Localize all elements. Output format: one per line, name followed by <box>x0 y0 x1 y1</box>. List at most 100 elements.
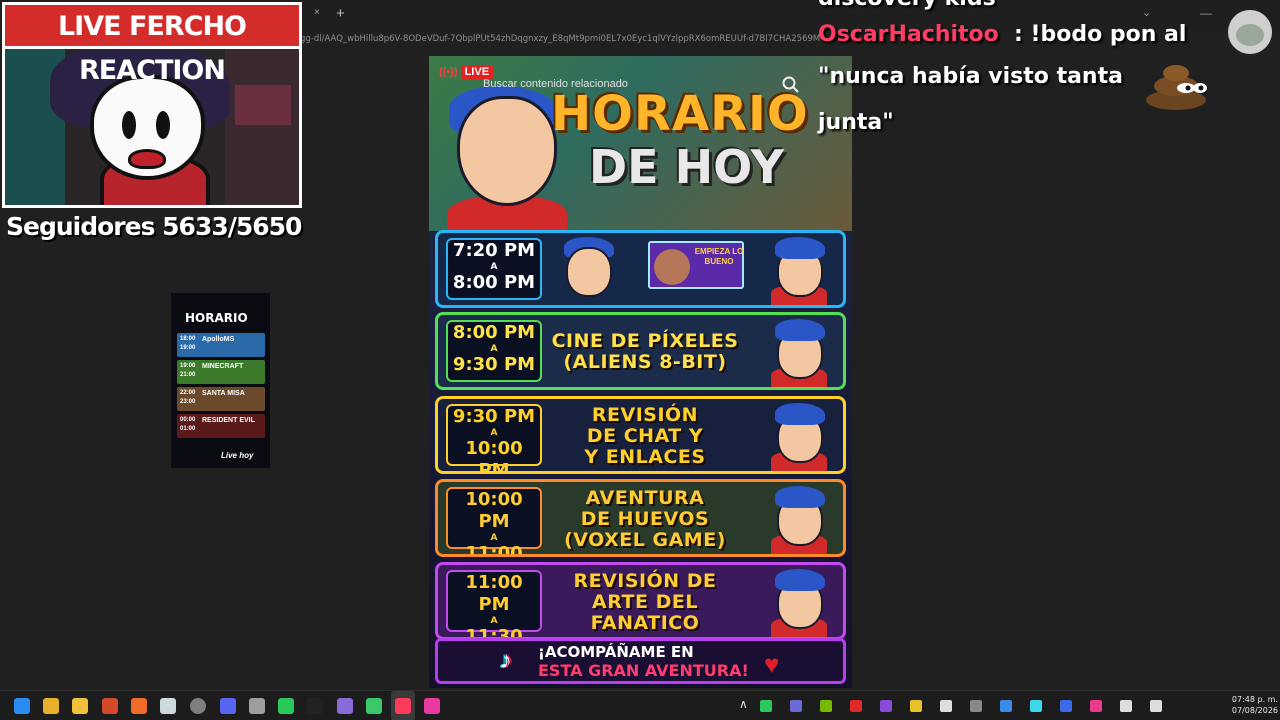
poster-title-line-2: DE HOY <box>589 140 784 194</box>
schedule-slot: 11:00 PMA11:30 PM REVISIÓN DE ARTE DEL FA… <box>435 562 846 640</box>
tray-cyan-icon[interactable] <box>1030 700 1042 712</box>
capcut-icon[interactable] <box>307 698 323 714</box>
character-hair <box>775 569 825 591</box>
slot-end-time: 8:00 PM <box>452 272 536 293</box>
opera-gx-icon[interactable] <box>395 698 411 714</box>
character-illustration <box>737 319 837 387</box>
tray-pink-icon[interactable] <box>1090 700 1102 712</box>
tray-white-icon[interactable] <box>940 700 952 712</box>
character-hair <box>775 403 825 425</box>
thumbnail-title: HORARIO <box>185 311 248 325</box>
slot-time-separator: A <box>490 428 498 438</box>
slot-time-box: 9:30 PM A 10:00 PM <box>446 404 542 471</box>
tab-close-icon[interactable]: × <box>314 7 320 18</box>
stream-screen: EMPIEZA LO BUENO <box>648 241 744 289</box>
webcam-title: LIVE FERCHO REACTION <box>5 5 299 86</box>
slot-time-box: 11:00 PMA11:30 PM <box>446 570 542 637</box>
chat-overlay: discovery kids OscarHachitoo : !bodo pon… <box>818 0 1218 150</box>
character-illustration <box>737 237 837 305</box>
vscode-like-icon[interactable] <box>160 698 176 714</box>
profile-avatar[interactable] <box>1228 10 1272 54</box>
new-tab-button[interactable]: + <box>336 5 345 22</box>
followers-counter: Seguidores 5633/5650 <box>6 212 302 241</box>
chat-message-line-1: : !bodo pon al <box>1014 22 1187 47</box>
tiktok-icon: ♪ <box>500 647 512 674</box>
schedule-slot: 9:30 PM A 10:00 PM REVISIÓN DE CHAT Y Y ENL… <box>435 396 846 474</box>
related-content-search[interactable]: Buscar contenido relacionado <box>483 78 803 98</box>
slot-time-separator: A <box>490 262 498 272</box>
tray-nvidia-icon[interactable] <box>820 700 832 712</box>
schedule-slot: 10:00 PMA11:00 PM AVENTURA DE HUEVOS (VOX… <box>435 479 846 557</box>
slot-start-time: 11:00 PM <box>465 572 523 615</box>
file-explorer-icon[interactable] <box>72 698 88 714</box>
game-app-icon[interactable] <box>366 698 382 714</box>
avatar-eye-left <box>122 111 136 139</box>
tray-wifi-icon[interactable] <box>1120 700 1132 712</box>
character-illustration <box>737 486 837 554</box>
slot-activity-label: REVISIÓN DE CHAT Y Y ENLACES <box>584 404 706 468</box>
cta-line-1: ¡ACOMPÁÑAME EN <box>538 643 694 661</box>
thumbnail-row-time: 22:00 23:00 <box>180 390 196 405</box>
slot-activity-label: REVISIÓN DE ARTE DEL FANATICO <box>573 570 717 634</box>
pink-app-icon[interactable] <box>424 698 440 714</box>
thumbnail-row: 00:00 01:00 RESIDENT EVIL <box>177 414 265 438</box>
schedule-slot: 7:20 PM A 8:00 PM EMPIEZA LO BUENO <box>435 230 846 308</box>
thumbnail-row-label: RESIDENT EVIL <box>202 417 255 424</box>
character-hair <box>775 486 825 508</box>
slot-time-box: 8:00 PM A 9:30 PM <box>446 320 542 382</box>
thumbnail-row: 22:00 23:00 SANTA MISA <box>177 387 265 411</box>
slot-time-box: 7:20 PM A 8:00 PM <box>446 238 542 300</box>
slot-start-time: 10:00 PM <box>465 489 523 532</box>
slot-start-time: 7:20 PM <box>452 240 536 261</box>
cam-shelf <box>235 85 291 125</box>
avatar-mouth <box>128 149 166 169</box>
slot-time-separator: A <box>490 533 498 543</box>
windows-start-icon[interactable] <box>14 698 30 714</box>
avatar-eye-right <box>156 111 170 139</box>
cta-line-2: ESTA GRAN AVENTURA! <box>538 661 749 680</box>
tray-yellow-icon[interactable] <box>910 700 922 712</box>
app-window-icon[interactable] <box>249 698 265 714</box>
thumbnail-row: 18:00 19:00 ApolloMS <box>177 333 265 357</box>
discord-icon[interactable] <box>220 698 236 714</box>
slot-start-time: 9:30 PM <box>452 406 536 427</box>
green-app-icon[interactable] <box>278 698 294 714</box>
thumbnail-row-label: MINECRAFT <box>202 363 244 370</box>
search-icon[interactable] <box>781 75 801 95</box>
system-clock[interactable]: 07:48 p. m. 07/08/2026 <box>1222 694 1278 716</box>
tray-blue-icon[interactable] <box>1000 700 1012 712</box>
slot-time-box: 10:00 PMA11:00 PM <box>446 487 542 554</box>
chat-app-icon[interactable] <box>337 698 353 714</box>
thumbnail-row-label: SANTA MISA <box>202 390 245 397</box>
slot-end-time: 9:30 PM <box>452 354 536 375</box>
slot-time-separator: A <box>490 616 498 626</box>
layers-app-icon[interactable] <box>43 698 59 714</box>
thumbnail-row-time: 19:00 21:00 <box>180 363 196 378</box>
live-broadcast-icon: ((•)) <box>439 66 458 78</box>
tray-red-icon[interactable] <box>850 700 862 712</box>
chat-message-line-2: "nunca había visto tanta <box>818 64 1123 89</box>
character-hair <box>775 319 825 341</box>
tray-overflow-chevron-icon[interactable]: ∧ <box>739 697 748 711</box>
slot-activity-label: AVENTURA DE HUEVOS (VOXEL GAME) <box>564 487 726 551</box>
chat-message-line-3: junta" <box>818 110 894 135</box>
slot-start-time: 8:00 PM <box>452 322 536 343</box>
tray-green-icon[interactable] <box>760 700 772 712</box>
tray-teams-icon[interactable] <box>790 700 802 712</box>
slot-end-time: 10:00 PM <box>465 438 523 474</box>
thumbnail-row-time: 00:00 01:00 <box>180 417 196 432</box>
tray-gray-icon[interactable] <box>970 700 982 712</box>
office-app-icon[interactable] <box>102 698 118 714</box>
tray-volume-icon[interactable] <box>1150 700 1162 712</box>
heart-icon: ♥ <box>764 649 780 679</box>
address-bar[interactable]: gg-dl/AAQ_wbHillu8p6V-8ODeVDuf-7QbplPUt5… <box>300 34 820 52</box>
firefox-icon[interactable] <box>131 698 147 714</box>
tray-bluetooth-icon[interactable] <box>1060 700 1072 712</box>
character-hair <box>775 237 825 259</box>
call-to-action-banner: ♪ ¡ACOMPÁÑAME EN ESTA GRAN AVENTURA! ♥ <box>435 638 846 684</box>
windows-taskbar: ∧ 07:48 p. m. 07/08/2026 <box>0 690 1280 720</box>
tray-purple-icon[interactable] <box>880 700 892 712</box>
chrome-icon[interactable] <box>190 698 206 714</box>
clock-time: 07:48 p. m. <box>1231 695 1278 704</box>
chat-previous-line: discovery kids <box>818 0 996 11</box>
